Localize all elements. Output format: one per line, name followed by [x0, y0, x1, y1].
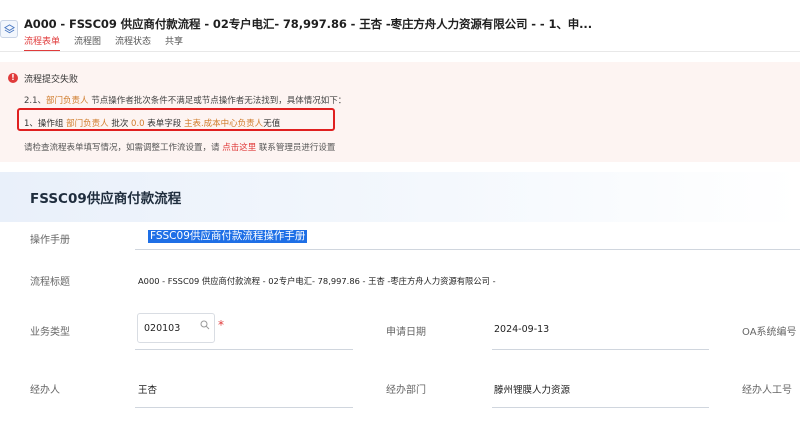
oa-number-label: OA系统编号 [742, 327, 797, 338]
manual-link[interactable]: FSSC09供应商付款流程操作手册 [148, 230, 308, 243]
error-batch-label: 批次 [108, 119, 132, 129]
manual-field-underline [135, 249, 800, 250]
error-icon: ! [8, 73, 18, 83]
error-field-label: 表单字段 [144, 119, 184, 129]
page-header: A000 - FSSC09 供应商付款流程 - 02专户电汇- 78,997.8… [0, 0, 800, 52]
employee-number-label: 经办人工号 [742, 385, 792, 396]
apply-date-label: 申请日期 [386, 327, 426, 338]
error-title: 流程提交失败 [24, 75, 79, 85]
tab-bar: 流程表单 流程图 流程状态 共享 [24, 34, 183, 51]
error-detail-prefix: 2.1、 [24, 96, 47, 106]
dept-label: 经办部门 [386, 385, 426, 396]
error-detail-text: 节点操作者批次条件不满足或节点操作者无法找到，具体情况如下： [88, 96, 347, 106]
error-help-prefix: 请检查流程表单填写情况，如需调整工作流设置，请 [24, 143, 223, 153]
error-help-suffix: 联系管理员进行设置 [256, 143, 336, 153]
search-icon[interactable] [200, 320, 210, 330]
tab-form[interactable]: 流程表单 [24, 34, 61, 51]
dept-underline [492, 407, 709, 408]
biz-type-label: 业务类型 [30, 327, 70, 338]
layers-icon[interactable] [0, 20, 18, 38]
manual-label: 操作手册 [30, 235, 70, 246]
error-field-status: 无值 [263, 119, 281, 129]
error-node-name: 部门负责人 [46, 96, 89, 106]
handler-value: 王杏 [138, 385, 158, 396]
flow-title-label: 流程标题 [30, 277, 70, 288]
page-title: A000 - FSSC09 供应商付款流程 - 02专户电汇- 78,997.8… [24, 17, 592, 31]
error-field-name: 主表.成本中心负责人 [183, 119, 264, 129]
error-help-line: 请检查流程表单填写情况，如需调整工作流设置，请 点击这里 联系管理员进行设置 [24, 141, 335, 153]
tab-flow-chart[interactable]: 流程图 [74, 34, 101, 51]
required-mark: * [218, 318, 224, 332]
apply-date-value: 2024-09-13 [494, 324, 550, 335]
error-detail-line: 2.1、部门负责人 节点操作者批次条件不满足或节点操作者无法找到，具体情况如下： [24, 94, 346, 106]
biz-type-value: 020103 [144, 323, 181, 334]
error-condition-line: 1、操作组 部门负责人 批次 0.0 表单字段 主表.成本中心负责人无值 [24, 117, 280, 129]
dept-value: 滕州锂膜人力资源 [494, 385, 571, 396]
form-title: FSSC09供应商付款流程 [30, 191, 182, 207]
biz-type-underline [135, 349, 353, 350]
handler-label: 经办人 [30, 385, 60, 396]
tab-flow-status[interactable]: 流程状态 [115, 34, 151, 51]
tab-share[interactable]: 共享 [165, 34, 183, 51]
click-here-link[interactable]: 点击这里 [222, 143, 256, 153]
handler-underline [135, 407, 353, 408]
flow-title-value: A000 - FSSC09 供应商付款流程 - 02专户电汇- 78,997.8… [138, 276, 496, 286]
error-condition-prefix: 1、操作组 [24, 119, 67, 129]
error-batch-value: 0.0 [131, 119, 145, 129]
error-group-name: 部门负责人 [66, 119, 109, 129]
apply-date-underline [492, 349, 709, 350]
